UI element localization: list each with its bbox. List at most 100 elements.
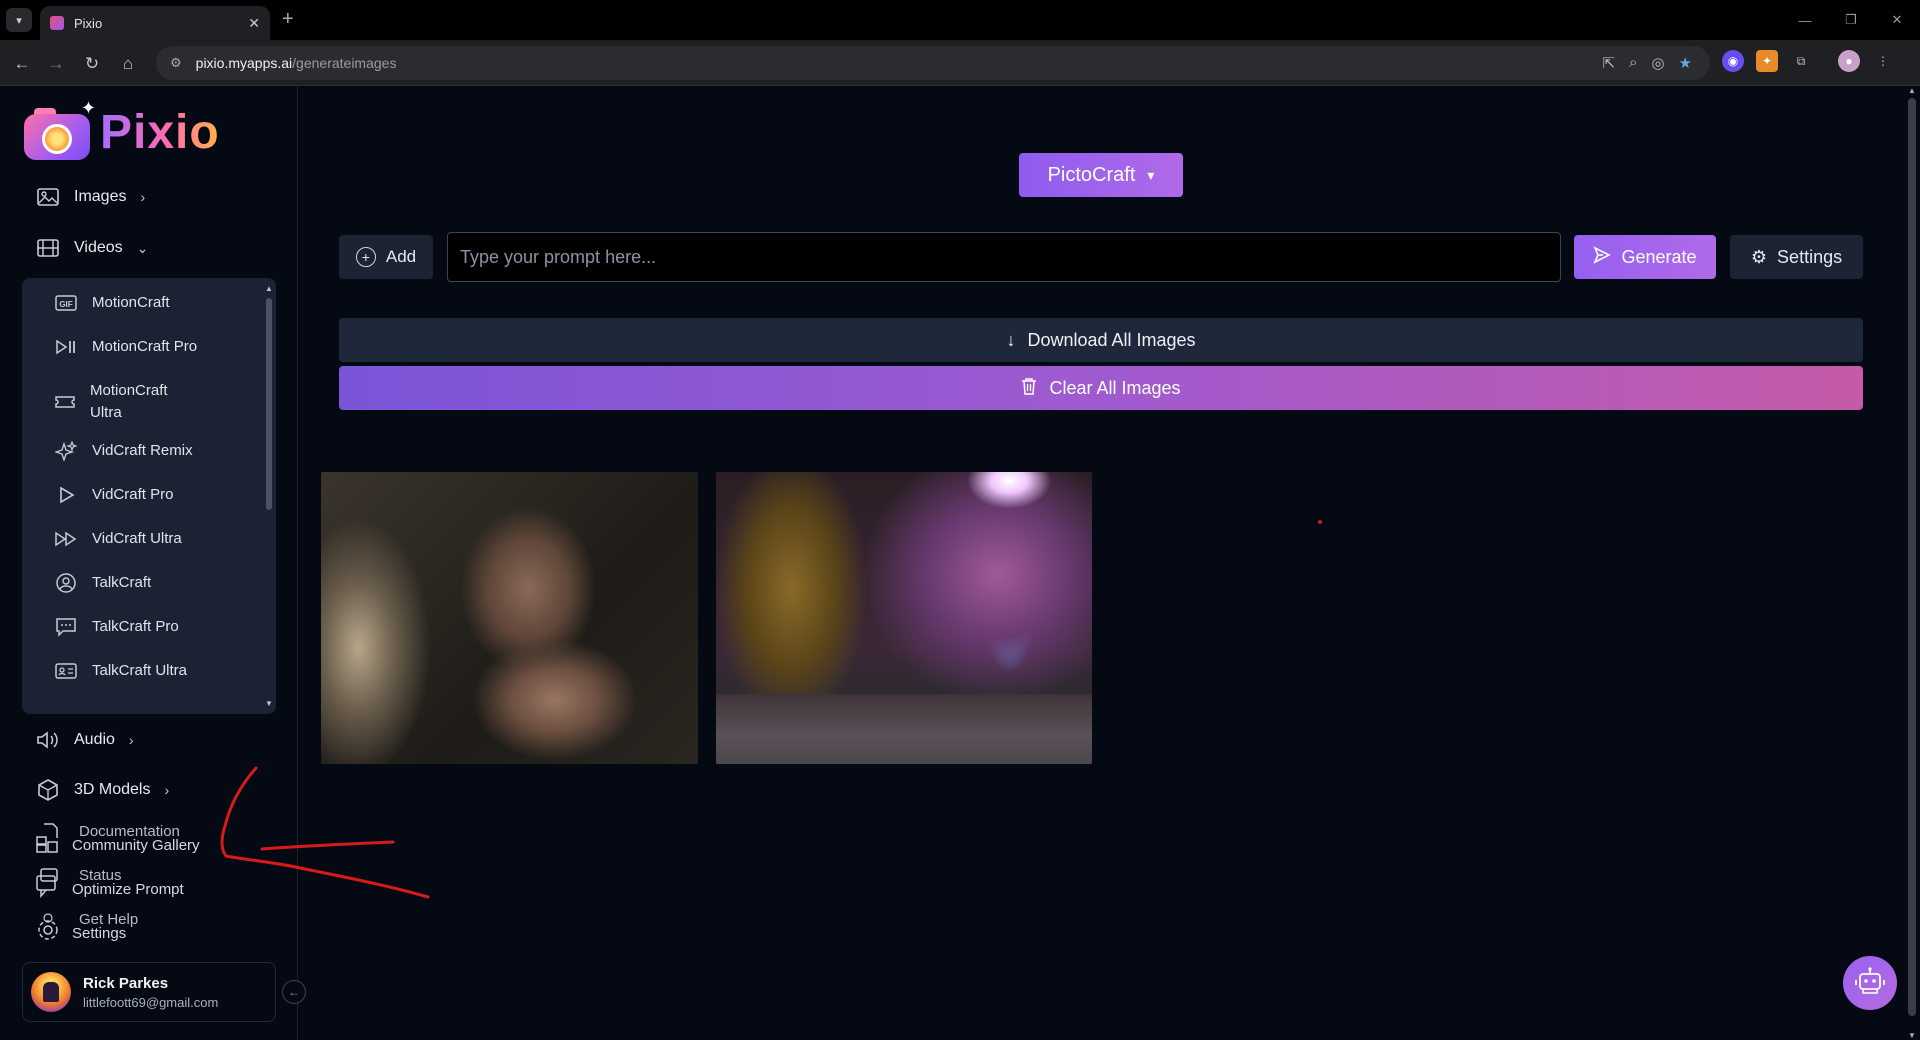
model-selector-label: PictoCraft — [1047, 163, 1136, 186]
sparkles-icon — [54, 440, 78, 462]
settings-button[interactable]: ⚙ Settings — [1730, 235, 1863, 279]
submenu-item-talkcraft[interactable]: TalkCraft — [54, 572, 151, 594]
scroll-thumb[interactable] — [266, 298, 272, 510]
site-info-icon[interactable]: ⚙ — [170, 55, 182, 71]
chevron-right-icon: › — [140, 189, 146, 205]
optimize-prompt-icon — [36, 868, 60, 898]
metamask-icon[interactable]: ✦ — [1756, 50, 1778, 72]
profile-avatar-icon[interactable]: ● — [1838, 50, 1860, 72]
generated-image[interactable] — [321, 472, 698, 764]
back-icon[interactable]: ← — [10, 52, 34, 76]
browser-tab[interactable]: Pixio ✕ — [40, 6, 270, 40]
film-icon — [36, 237, 60, 259]
robot-icon — [1855, 966, 1885, 1000]
tab-title: Pixio — [74, 15, 103, 31]
nav-label-3d-models: 3D Models — [74, 781, 151, 798]
download-arrow-icon: ↓ — [1006, 329, 1016, 350]
extension-1-icon[interactable]: ◉ — [1722, 50, 1744, 72]
chevron-right-icon: › — [164, 782, 170, 798]
collapse-sidebar-icon[interactable]: ← — [282, 980, 306, 1004]
home-icon[interactable]: ⌂ — [116, 52, 140, 76]
submenu-label: VidCraft Remix — [92, 442, 193, 459]
prompt-input[interactable] — [447, 232, 1561, 282]
submenu-scrollbar[interactable]: ▲ ▼ — [264, 284, 274, 708]
clear-all-button[interactable]: Clear All Images — [339, 366, 1863, 410]
submenu-label: MotionCraft Pro — [92, 338, 198, 355]
pixio-logo[interactable]: ✦ Pixio — [24, 98, 220, 160]
download-all-button[interactable]: ↓ Download All Images — [339, 318, 1863, 362]
link-optimize-prompt[interactable]: Optimize Prompt — [72, 881, 184, 898]
play-icon — [54, 484, 78, 506]
gif-icon: GIF — [54, 292, 78, 314]
page-scrollbar[interactable]: ▲ ▼ — [1904, 86, 1920, 1040]
generate-button[interactable]: Generate — [1574, 235, 1716, 279]
link-settings[interactable]: Settings — [72, 925, 126, 942]
tab-search-button[interactable]: ▾ — [6, 8, 32, 32]
nav-item-3d-models[interactable]: 3D Models › — [36, 779, 169, 801]
forward-icon[interactable]: → — [44, 52, 68, 76]
nav-item-audio[interactable]: Audio › — [36, 729, 134, 751]
play-pause-icon — [54, 336, 78, 358]
eye-off-icon[interactable]: ◎ — [1651, 54, 1664, 72]
add-button[interactable]: + Add — [339, 235, 433, 279]
submenu-item-vidcraft-ultra[interactable]: VidCraft Ultra — [54, 528, 182, 550]
chatbot-button[interactable] — [1843, 956, 1897, 1010]
submenu-label: VidCraft Ultra — [92, 530, 182, 547]
close-window-icon[interactable]: ✕ — [1874, 0, 1920, 40]
generate-label: Generate — [1621, 246, 1697, 267]
omnibox-actions: ⇱ ⌕ ◎ ★ — [1602, 54, 1692, 72]
submenu-item-talkcraft-ultra[interactable]: TalkCraft Ultra — [54, 660, 187, 682]
scroll-up-icon[interactable]: ▲ — [265, 284, 273, 293]
send-icon — [1593, 245, 1612, 269]
minimize-icon[interactable]: — — [1782, 0, 1828, 40]
submenu-item-motioncraft-pro[interactable]: MotionCraft Pro — [54, 336, 197, 358]
fast-forward-icon — [54, 528, 78, 550]
submenu-item-motioncraft-ultra[interactable]: MotionCraft Ultra — [54, 380, 194, 424]
svg-text:GIF: GIF — [59, 300, 72, 309]
speaker-icon — [36, 729, 60, 751]
app-root: ✦ Pixio Images › Videos ⌄ GIF MotionCraf… — [0, 86, 1920, 1040]
user-circle-icon — [54, 572, 78, 594]
generated-image[interactable] — [716, 472, 1092, 764]
scroll-down-icon[interactable]: ▼ — [1908, 1031, 1916, 1040]
chevron-down-icon: ▾ — [1147, 166, 1155, 183]
scroll-thumb[interactable] — [1908, 98, 1916, 1016]
submenu-item-vidcraft-remix[interactable]: VidCraft Remix — [54, 440, 193, 462]
bookmark-star-icon[interactable]: ★ — [1679, 54, 1692, 72]
documentation-icon — [36, 823, 60, 853]
id-card-icon — [54, 660, 78, 682]
browser-menu-icon[interactable]: ⋮ — [1872, 50, 1894, 72]
nav-item-images[interactable]: Images › — [36, 186, 145, 208]
nav-label-images: Images — [74, 188, 127, 205]
chevron-right-icon: › — [128, 732, 134, 748]
submenu-item-motioncraft[interactable]: GIF MotionCraft — [54, 292, 170, 314]
address-bar[interactable]: ⚙ pixio.myapps.ai/generateimages ⇱ ⌕ ◎ ★ — [156, 46, 1710, 80]
add-label: Add — [385, 247, 417, 266]
new-tab-button[interactable]: + — [282, 8, 294, 31]
close-tab-icon[interactable]: ✕ — [248, 15, 260, 32]
submenu-label: TalkCraft Ultra — [92, 662, 188, 679]
submenu-item-vidcraft-pro[interactable]: VidCraft Pro — [54, 484, 173, 506]
extensions-puzzle-icon[interactable]: ⧉ — [1790, 50, 1812, 72]
submenu-item-talkcraft-pro[interactable]: TalkCraft Pro — [54, 616, 179, 638]
reload-icon[interactable]: ↻ — [80, 52, 104, 76]
model-selector-button[interactable]: PictoCraft ▾ — [1019, 153, 1183, 197]
camera-logo-icon: ✦ — [24, 98, 96, 160]
gear-icon — [36, 912, 60, 942]
clear-all-label: Clear All Images — [1049, 377, 1181, 398]
plus-circle-icon: + — [355, 247, 376, 267]
gear-icon: ⚙ — [1750, 246, 1768, 267]
nav-label-videos: Videos — [74, 239, 123, 256]
submenu-label: TalkCraft — [92, 574, 152, 591]
open-external-icon[interactable]: ⇱ — [1602, 54, 1615, 72]
submenu-label: MotionCraft — [92, 294, 170, 311]
nav-item-videos[interactable]: Videos ⌄ — [36, 237, 148, 259]
scroll-up-icon[interactable]: ▲ — [1908, 86, 1916, 95]
scroll-down-icon[interactable]: ▼ — [265, 699, 273, 708]
logo-text: Pixio — [100, 105, 220, 159]
link-community-gallery[interactable]: Community Gallery — [72, 837, 200, 854]
zoom-icon[interactable]: ⌕ — [1629, 54, 1637, 72]
user-profile-card[interactable]: Rick Parkes littlefoott69@gmail.com — [22, 962, 276, 1022]
chevron-down-icon: ⌄ — [136, 239, 149, 256]
restore-icon[interactable]: ❐ — [1828, 0, 1874, 40]
